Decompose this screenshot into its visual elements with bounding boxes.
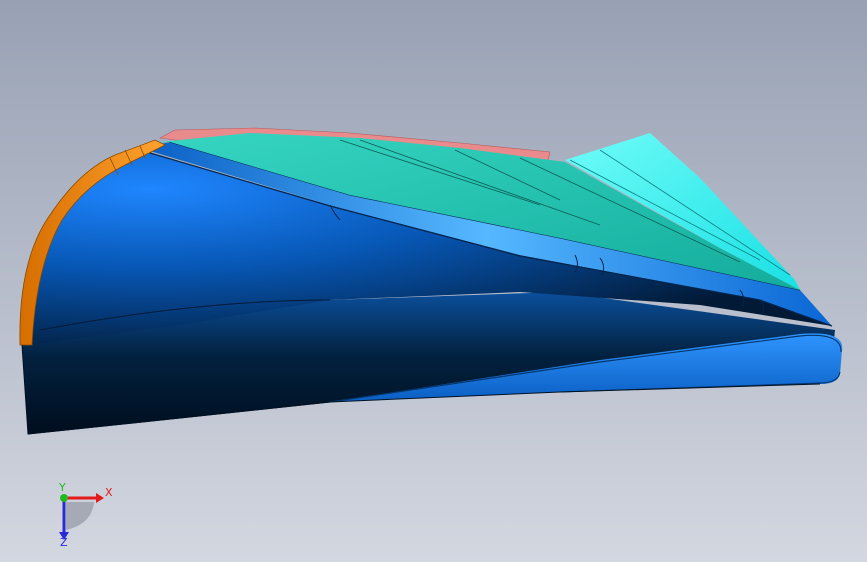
x-axis-label: X xyxy=(105,486,113,499)
y-axis-dot xyxy=(60,494,68,502)
y-axis-label: Y xyxy=(58,481,66,494)
3d-viewport[interactable]: X Y Z xyxy=(0,0,867,562)
model-view[interactable] xyxy=(0,0,867,562)
z-axis-label: Z xyxy=(60,536,68,546)
coordinate-triad: X Y Z xyxy=(58,481,113,546)
triad-shadow xyxy=(66,502,94,530)
x-axis-arrow-icon xyxy=(96,493,104,503)
